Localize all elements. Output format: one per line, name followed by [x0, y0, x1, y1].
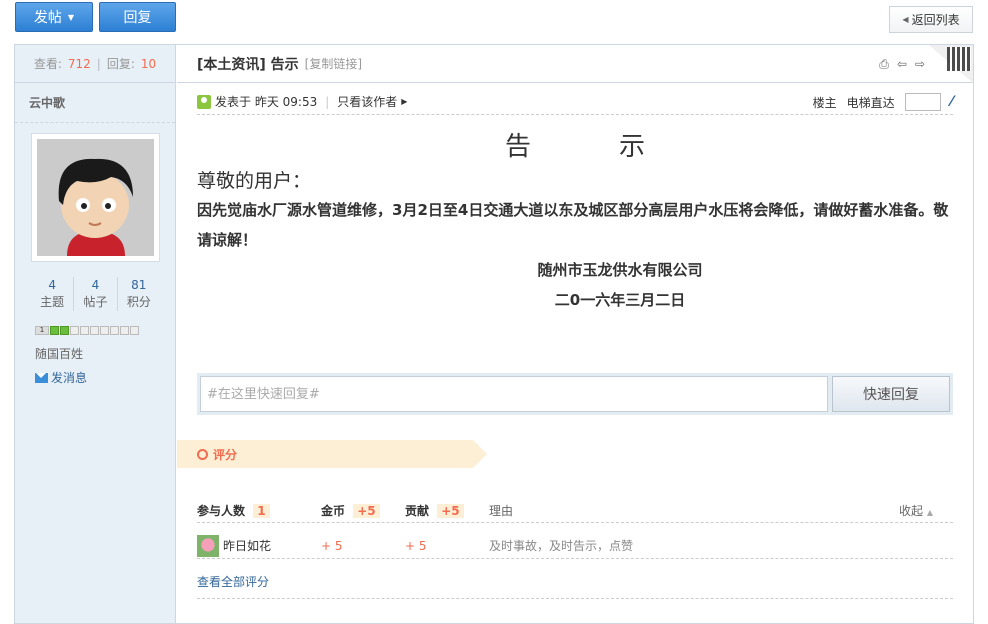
notice-body: 因先觉庙水厂源水管道维修，3月2日至4日交通大道以东及城区部分高层用户水压将会降…: [197, 201, 949, 249]
contrib-label: 贡献: [405, 504, 430, 518]
thread-stats: 查看: 712 | 回复: 10: [15, 45, 175, 83]
rater-coins: + 5: [321, 538, 343, 553]
rating-title: 评分: [213, 447, 238, 462]
notice-heading: 告示: [504, 132, 733, 162]
views-label: 查看:: [33, 57, 62, 71]
divider: [197, 598, 953, 599]
participants-count: 1: [253, 504, 270, 518]
replies-count: 10: [140, 56, 157, 71]
count-points[interactable]: 81 积分: [118, 277, 160, 311]
send-message-label: 发消息: [51, 371, 88, 385]
reply-button[interactable]: 回复: [99, 2, 176, 32]
view-all-ratings-link[interactable]: 查看全部评分: [197, 573, 269, 590]
level-number: 1: [35, 326, 49, 335]
jump-label: 电梯直达: [846, 95, 895, 110]
rating-header: 参与人数 1 金币 +5 贡献 +5 理由 收起 ▲: [197, 499, 953, 523]
views-count: 712: [67, 56, 91, 71]
author-sidebar: 查看: 712 | 回复: 10 云中歌 4 主题 4 帖子 81 积分 1 随…: [15, 45, 176, 623]
quick-reply-button[interactable]: 快速回复: [832, 376, 950, 412]
back-to-list-label: 返回列表: [911, 13, 960, 27]
count-topics[interactable]: 4 主题: [31, 277, 75, 311]
quick-reply-input[interactable]: [200, 376, 828, 412]
participants-label: 参与人数: [197, 504, 246, 518]
thread-frame: 查看: 712 | 回复: 10 云中歌 4 主题 4 帖子 81 积分 1 随…: [14, 44, 974, 624]
contrib-total: +5: [437, 504, 464, 518]
floor-tools: 楼主 电梯直达 ⁄: [813, 93, 953, 111]
post-body: 告示 尊敬的用户： 因先觉庙水厂源水管道维修，3月2日至4日交通大道以东及城区部…: [197, 129, 953, 315]
post-button[interactable]: 发帖 ▼: [15, 2, 93, 32]
thread-title: [本土资讯] 告示: [197, 56, 299, 73]
count-posts-label: 帖子: [83, 295, 108, 309]
jump-floor-input[interactable]: [904, 93, 941, 111]
chevron-down-icon: ▼: [67, 12, 75, 22]
coins-label: 金币: [321, 504, 346, 518]
rating-banner: 评分: [177, 440, 487, 468]
rater-name: 昨日如花: [223, 539, 272, 553]
rater-avatar: [197, 534, 219, 557]
back-to-list-button[interactable]: ◀ 返回列表: [889, 6, 973, 33]
reply-button-label: 回复: [123, 10, 152, 26]
copy-link[interactable]: [复制链接]: [305, 55, 362, 72]
post-meta: 发表于 昨天 09:53 | 只看该作者 ▶ 楼主 电梯直达 ⁄: [197, 93, 953, 115]
top-toolbar: 发帖 ▼ 回复 ◀ 返回列表: [0, 0, 988, 40]
chevron-up-icon: ▲: [926, 508, 933, 517]
floor-label: 楼主: [812, 95, 837, 110]
print-icon[interactable]: ⎙: [879, 57, 889, 72]
count-topics-value: 4: [48, 278, 56, 292]
level-bar: 1: [35, 326, 139, 335]
user-group[interactable]: 随国百姓: [35, 345, 83, 362]
avatar-image: [37, 139, 154, 256]
online-user-icon: [197, 94, 211, 109]
author-name[interactable]: 云中歌: [15, 83, 175, 123]
post-content: [本土资讯] 告示 [复制链接] ⎙ ⇦ ⇨ 发表于 昨天 09:53 | 只看…: [177, 45, 973, 623]
chevron-left-icon: ◀: [902, 15, 909, 24]
go-icon[interactable]: ⁄: [951, 94, 953, 110]
qrcode-icon[interactable]: [929, 45, 973, 83]
rating-row: 昨日如花 + 5 + 5 及时事故，及时告示，点赞: [197, 533, 953, 559]
post-button-label: 发帖: [33, 10, 62, 26]
thread-title-row: [本土资讯] 告示 [复制链接]: [177, 45, 973, 83]
count-points-value: 81: [131, 278, 147, 292]
author-only-link[interactable]: 只看该作者: [337, 93, 397, 110]
envelope-icon: [35, 372, 48, 383]
count-topics-label: 主题: [40, 295, 65, 309]
rater-reason: 及时事故，及时告示，点赞: [489, 539, 634, 553]
collapse-link[interactable]: 收起 ▲: [899, 502, 933, 519]
author-counts: 4 主题 4 帖子 81 积分: [31, 277, 160, 311]
stats-divider: |: [96, 56, 101, 71]
count-points-label: 积分: [126, 295, 151, 309]
rater[interactable]: 昨日如花: [197, 534, 321, 557]
notice-greeting: 尊敬的用户：: [197, 170, 312, 192]
count-posts-value: 4: [91, 278, 100, 292]
rater-contrib: + 5: [405, 538, 427, 553]
notice-company: 随州市玉龙供水有限公司: [537, 261, 703, 279]
contrib-col: 贡献 +5: [405, 502, 489, 519]
send-message-link[interactable]: 发消息: [35, 369, 87, 386]
replies-label: 回复:: [106, 57, 135, 71]
meta-divider: |: [325, 94, 330, 109]
coins-total: +5: [353, 504, 380, 518]
caret-right-icon: ▶: [401, 97, 408, 106]
participants-col: 参与人数 1: [197, 502, 321, 519]
coins-col: 金币 +5: [321, 502, 405, 519]
reason-label: 理由: [489, 504, 514, 518]
avatar[interactable]: [31, 133, 160, 262]
thread-tools: ⎙ ⇦ ⇨: [879, 57, 925, 72]
next-thread-icon[interactable]: ⇨: [915, 57, 925, 72]
count-posts[interactable]: 4 帖子: [74, 277, 118, 311]
quick-reply-box: 快速回复: [197, 373, 953, 415]
post-time: 发表于 昨天 09:53: [215, 95, 318, 109]
prev-thread-icon[interactable]: ⇦: [897, 57, 907, 72]
collapse-label: 收起: [899, 504, 924, 518]
circle-icon: [197, 448, 208, 460]
notice-date: 二0一六年三月二日: [554, 291, 686, 309]
